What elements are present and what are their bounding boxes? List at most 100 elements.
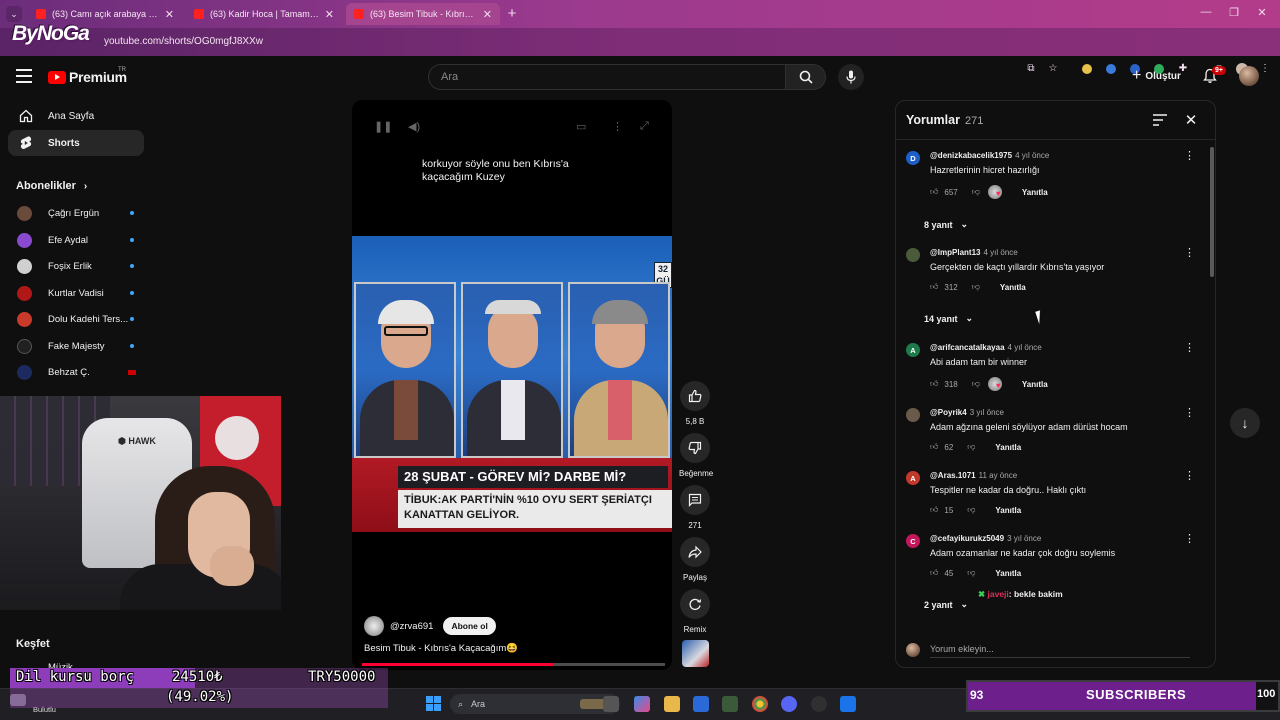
thumbs-down-icon[interactable]: 👎︎ (972, 187, 980, 197)
subscriptions-heading[interactable]: Abonelikler › (16, 180, 87, 192)
commenter-avatar[interactable] (906, 248, 920, 262)
shorts-player[interactable]: ❚❚ ◀) ▭ ⋮ ⤢ korkuyor söyle onu ben Kıbrı… (352, 100, 672, 670)
obs-icon[interactable] (811, 696, 827, 712)
reply-button[interactable]: Yanıtla (1022, 380, 1048, 389)
sidebar-item-subscription[interactable]: Foşix Erlik (8, 254, 144, 278)
sidebar-item-shorts[interactable]: Shorts (8, 130, 144, 156)
comment-more-icon[interactable]: ⋮ (1184, 246, 1195, 259)
reply-button[interactable]: Yanıtla (995, 569, 1021, 578)
reply-button[interactable]: Yanıtla (995, 506, 1021, 515)
chrome-icon[interactable] (752, 696, 768, 712)
comment-more-icon[interactable]: ⋮ (1184, 532, 1195, 545)
maximize-icon[interactable]: ❐ (1226, 6, 1242, 19)
tab-close-icon[interactable]: ✕ (483, 8, 492, 21)
thumbs-down-icon[interactable]: 👎︎ (972, 379, 980, 389)
tab-close-icon[interactable]: ✕ (325, 8, 334, 21)
browser-menu-icon[interactable]: ⋮ (1258, 63, 1272, 77)
cast-icon[interactable]: ⧉ (1024, 63, 1038, 77)
app-icon[interactable] (722, 696, 738, 712)
sort-icon[interactable] (1152, 113, 1168, 127)
reply-button[interactable]: Yanıtla (1022, 188, 1048, 197)
discord-icon[interactable] (781, 696, 797, 712)
sidebar-item-subscription[interactable]: Fake Majesty (8, 334, 144, 358)
task-view-icon[interactable] (603, 696, 619, 712)
sidebar-item-subscription[interactable]: Behzat Ç. (8, 360, 144, 384)
window-close-icon[interactable]: ✕ (1254, 6, 1270, 19)
commenter-avatar[interactable]: A (906, 343, 920, 357)
taskbar-search[interactable]: ⌕ Ara (450, 694, 620, 714)
dislike-button[interactable]: Beğenme (679, 433, 713, 478)
sidebar-item-subscription[interactable]: Dolu Kadehi Ters... (8, 307, 144, 331)
pause-icon[interactable]: ❚❚ (374, 120, 392, 133)
file-explorer-icon[interactable] (664, 696, 680, 712)
copilot-icon[interactable] (634, 696, 650, 712)
new-tab-button[interactable]: + (504, 5, 520, 22)
sidebar-item-subscription[interactable]: Çağrı Ergün (8, 201, 144, 225)
search-button[interactable] (786, 64, 826, 90)
bookmark-star-icon[interactable]: ☆ (1046, 63, 1060, 77)
commenter-avatar[interactable] (906, 408, 920, 422)
sound-thumbnail[interactable] (682, 640, 709, 667)
subscribe-button[interactable]: Abone ol (443, 617, 496, 635)
windows-start-icon[interactable] (426, 696, 441, 711)
reply-button[interactable]: Yanıtla (995, 443, 1021, 452)
thumbs-down-icon[interactable]: 👎︎ (972, 282, 980, 292)
store-icon[interactable] (693, 696, 709, 712)
thumbs-up-icon[interactable]: 👍︎ (930, 505, 938, 515)
app-icon[interactable] (840, 696, 856, 712)
thumbs-down-icon[interactable]: 👎︎ (967, 442, 975, 452)
url-text[interactable]: youtube.com/shorts/OG0mgfJ8XXw (104, 36, 263, 47)
commenter-handle[interactable]: @arifcancatalkayaa (930, 343, 1005, 352)
video-title[interactable]: Besim Tibuk - Kıbrıs'a Kaçacağım😆 (364, 643, 518, 654)
volume-icon[interactable]: ◀) (408, 120, 420, 133)
thumbs-up-icon[interactable]: 👍︎ (930, 442, 938, 452)
comment-more-icon[interactable]: ⋮ (1184, 406, 1195, 419)
tab-close-icon[interactable]: ✕ (165, 8, 174, 21)
sidebar-item-subscription[interactable]: Efe Aydal (8, 228, 144, 252)
channel-handle[interactable]: @zrva691 (390, 621, 433, 632)
commenter-avatar[interactable]: C (906, 534, 920, 548)
commenter-handle[interactable]: @Aras.1071 (930, 471, 976, 480)
commenter-handle[interactable]: @cefayikurukz5049 (930, 534, 1004, 543)
share-button[interactable]: Paylaş (679, 537, 711, 582)
reply-button[interactable]: Yanıtla (1000, 283, 1026, 292)
comments-scrollbar[interactable] (1210, 147, 1214, 277)
replies-toggle[interactable]: 2 yanıt ⌄ (924, 599, 968, 610)
video-progress-bar[interactable] (362, 663, 665, 666)
commenter-handle[interactable]: @ImpPlant13 (930, 248, 980, 257)
commenter-avatar[interactable]: D (906, 151, 920, 165)
sidebar-item-home[interactable]: Ana Sayfa (8, 103, 144, 129)
create-button[interactable]: + Oluştur (1126, 64, 1187, 88)
add-comment-input[interactable] (930, 641, 1190, 658)
thumbs-up-icon[interactable]: 👍︎ (930, 379, 938, 389)
comment-more-icon[interactable]: ⋮ (1184, 341, 1195, 354)
captions-icon[interactable]: ▭ (576, 120, 586, 133)
account-avatar[interactable] (1239, 66, 1259, 86)
replies-toggle[interactable]: 14 yanıt ⌄ (924, 313, 973, 324)
fullscreen-icon[interactable]: ⤢ (640, 120, 649, 133)
scroll-down-arrow-icon[interactable]: ↓ (1230, 408, 1260, 438)
comment-more-icon[interactable]: ⋮ (1184, 469, 1195, 482)
more-options-icon[interactable]: ⋮ (612, 120, 623, 133)
thumbs-up-icon[interactable]: 👍︎ (930, 568, 938, 578)
remix-button[interactable]: Remix (679, 589, 711, 634)
minimize-icon[interactable]: — (1198, 6, 1214, 18)
voice-search-button[interactable] (838, 64, 864, 90)
tab-search-icon[interactable]: ⌄ (6, 6, 22, 22)
commenter-avatar[interactable]: A (906, 471, 920, 485)
comment-more-icon[interactable]: ⋮ (1184, 149, 1195, 162)
extension-icon[interactable] (1082, 64, 1092, 74)
replies-toggle[interactable]: 8 yanıt ⌄ (924, 219, 968, 230)
comments-button[interactable]: 271 (679, 485, 711, 530)
commenter-handle[interactable]: @denizkabacelik1975 (930, 151, 1012, 160)
search-field[interactable] (428, 64, 786, 90)
youtube-premium-logo[interactable]: Premium (48, 69, 127, 85)
thumbs-up-icon[interactable]: 👍︎ (930, 282, 938, 292)
sidebar-item-subscription[interactable]: Kurtlar Vadisi (8, 281, 144, 305)
thumbs-down-icon[interactable]: 👎︎ (967, 568, 975, 578)
menu-hamburger-icon[interactable] (16, 69, 32, 83)
like-button[interactable]: 5,8 B (679, 381, 711, 426)
channel-avatar[interactable] (364, 616, 384, 636)
browser-tab-2[interactable]: (63) Kadir Hoca | Tamam Olum ✕ (186, 3, 342, 25)
thumbs-up-icon[interactable]: 👍︎ (930, 187, 938, 197)
